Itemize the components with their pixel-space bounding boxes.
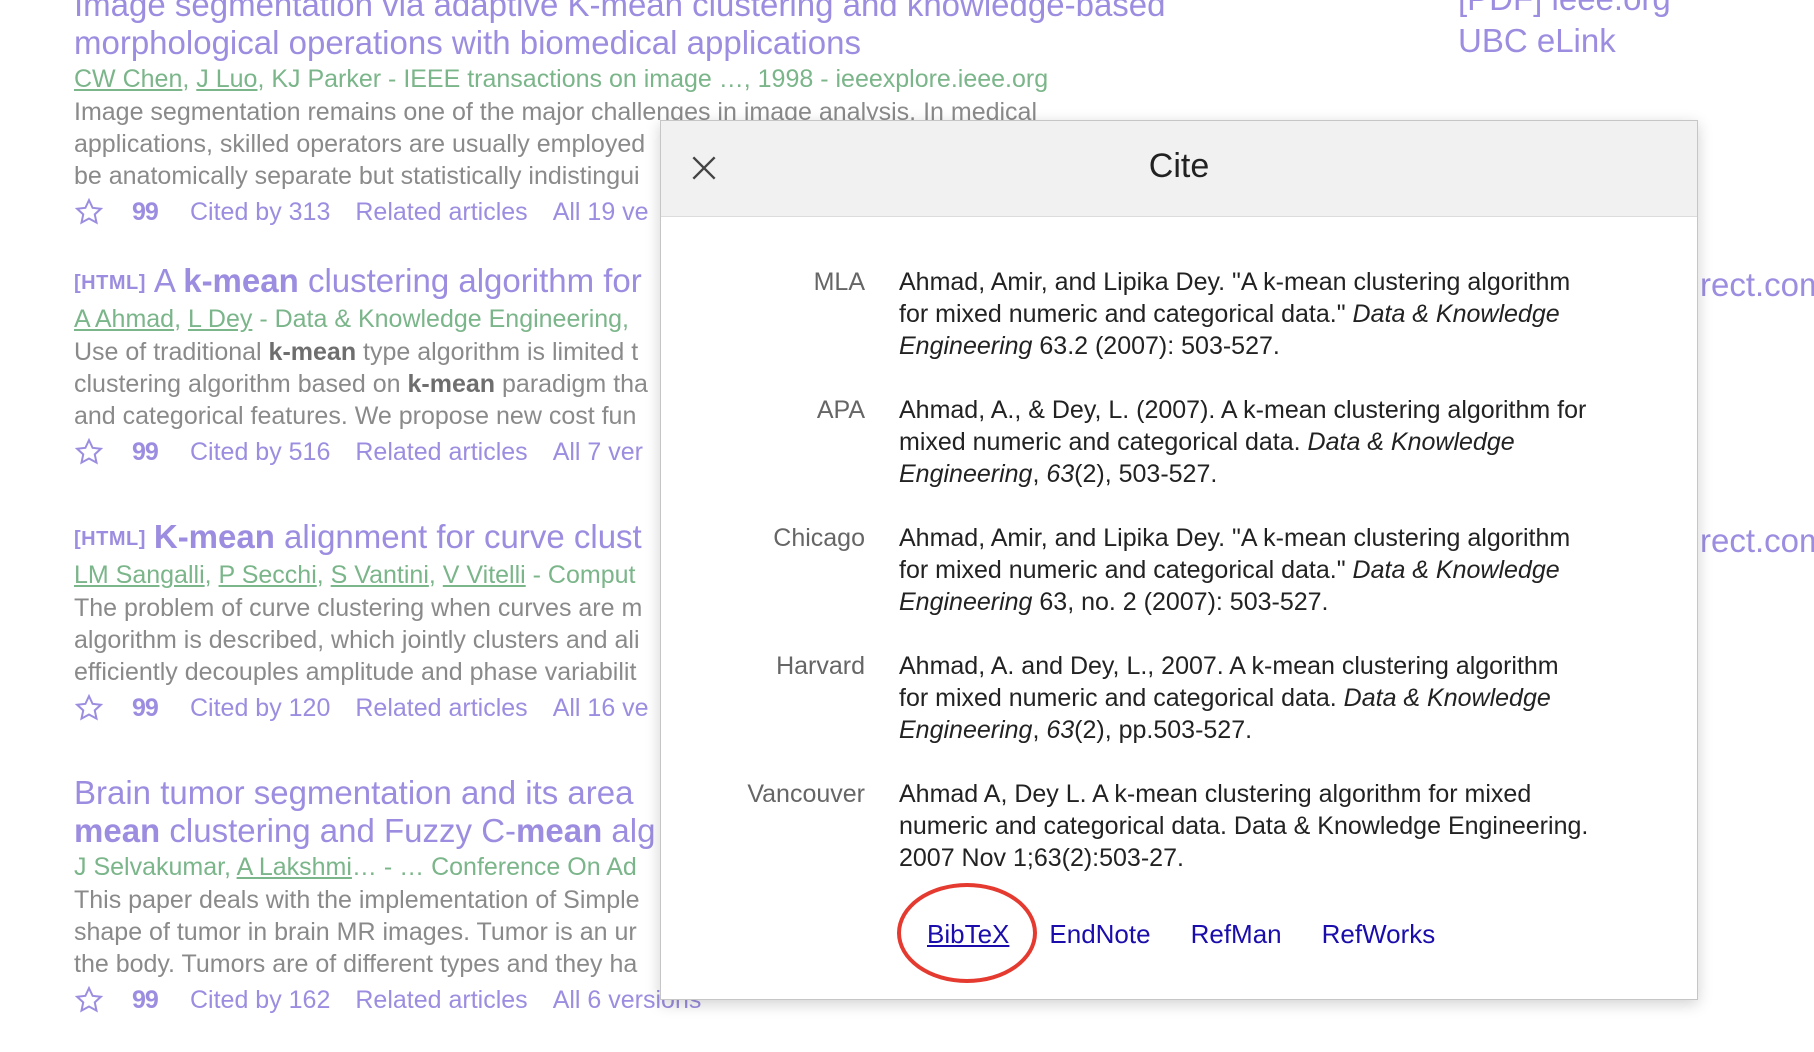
result-title-line[interactable]: Image segmentation via adaptive K-mean c… (74, 0, 1174, 24)
related-articles-link[interactable]: Related articles (355, 982, 527, 1018)
title-part[interactable]: clustering algorithm for (299, 262, 642, 299)
author-name: J Selvakumar, (74, 853, 237, 881)
publication-info: - Comput (525, 561, 636, 590)
author-link[interactable]: CW Chen (74, 65, 182, 93)
title-part[interactable]: K-mean (154, 518, 275, 555)
author-link[interactable]: LM Sangalli (74, 561, 205, 589)
cited-by-link[interactable]: Cited by 162 (190, 982, 330, 1018)
citation-text[interactable]: Ahmad, Amir, and Lipika Dey. "A k-mean c… (899, 522, 1659, 618)
cite-quote-icon[interactable]: 99 (132, 982, 166, 1018)
citation-style-label: MLA (813, 268, 865, 296)
result-authors: CW Chen, J Luo, KJ Parker - IEEE transac… (74, 65, 1049, 93)
author-link[interactable]: V Vitelli (443, 561, 526, 589)
scholar-results-page: [PDF] ieee.org UBC eLink rect.com rect.c… (0, 0, 1814, 1052)
cite-quote-icon[interactable]: 99 (132, 690, 166, 726)
author-link[interactable]: S Vantini (331, 561, 429, 589)
ubc-elink-link[interactable]: UBC eLink (1458, 22, 1616, 60)
citation-text[interactable]: Ahmad, Amir, and Lipika Dey. "A k-mean c… (899, 266, 1659, 362)
save-star-icon[interactable] (74, 985, 108, 1015)
publication-info: … - … Conference On Ad (351, 853, 637, 881)
citation-text[interactable]: Ahmad, A., & Dey, L. (2007). A k-mean cl… (899, 394, 1659, 490)
author-link[interactable]: L Dey (188, 305, 252, 333)
save-star-icon[interactable] (74, 197, 108, 227)
author-link[interactable]: J Luo (196, 65, 257, 93)
citation-style-label: Vancouver (747, 780, 865, 808)
cited-by-link[interactable]: Cited by 120 (190, 690, 330, 726)
cite-quote-icon[interactable]: 99 (132, 434, 166, 470)
all-versions-link[interactable]: All 7 ver (553, 434, 643, 470)
endnote-link[interactable]: EndNote (1049, 919, 1150, 950)
result-title[interactable]: Image segmentation via adaptive K-mean c… (74, 0, 1174, 62)
related-articles-link[interactable]: Related articles (355, 690, 527, 726)
all-versions-link[interactable]: All 16 ve (553, 690, 649, 726)
author-link[interactable]: A Ahmad (74, 305, 174, 333)
citation-text[interactable]: Ahmad, A. and Dey, L., 2007. A k-mean cl… (899, 650, 1659, 746)
save-star-icon[interactable] (74, 693, 108, 723)
author-link[interactable]: P Secchi (219, 561, 317, 589)
publication-info: - Data & Knowledge Engineering, (252, 305, 629, 334)
dialog-title: Cite (1148, 147, 1210, 185)
export-links: BibTeX EndNote RefMan RefWorks (927, 919, 1475, 950)
dialog-header: Cite (661, 121, 1697, 217)
refworks-link[interactable]: RefWorks (1322, 919, 1436, 950)
title-part[interactable]: k-mean (183, 262, 299, 299)
citation-style-label: Chicago (773, 524, 865, 552)
pdf-ieee-link[interactable]: [PDF] ieee.org (1458, 0, 1671, 18)
cited-by-link[interactable]: Cited by 313 (190, 194, 330, 230)
html-tag: [HTML] (74, 528, 146, 551)
sciencedirect-link-1[interactable]: rect.com (1700, 266, 1814, 304)
all-versions-link[interactable]: All 19 ve (553, 194, 649, 230)
author-link[interactable]: A Lakshmi (237, 853, 352, 881)
related-articles-link[interactable]: Related articles (355, 194, 527, 230)
related-articles-link[interactable]: Related articles (355, 434, 527, 470)
publication-info: , KJ Parker - IEEE transactions on image… (257, 65, 1049, 93)
cite-quote-icon[interactable]: 99 (132, 194, 166, 230)
cite-dialog: Cite MLA Ahmad, Amir, and Lipika Dey. "A… (660, 120, 1698, 1000)
bibtex-link[interactable]: BibTeX (927, 919, 1009, 950)
result-title-line[interactable]: morphological operations with biomedical… (74, 24, 1174, 62)
html-tag: [HTML] (74, 272, 146, 295)
save-star-icon[interactable] (74, 437, 108, 467)
title-part[interactable]: A (154, 262, 183, 299)
citation-style-label: Harvard (776, 652, 865, 680)
title-part[interactable]: alignment for curve clust (275, 518, 642, 555)
citation-text[interactable]: Ahmad A, Dey L. A k-mean clustering algo… (899, 778, 1659, 874)
sciencedirect-link-2[interactable]: rect.com (1700, 522, 1814, 560)
cited-by-link[interactable]: Cited by 516 (190, 434, 330, 470)
citation-style-label: APA (816, 396, 865, 424)
refman-link[interactable]: RefMan (1191, 919, 1282, 950)
